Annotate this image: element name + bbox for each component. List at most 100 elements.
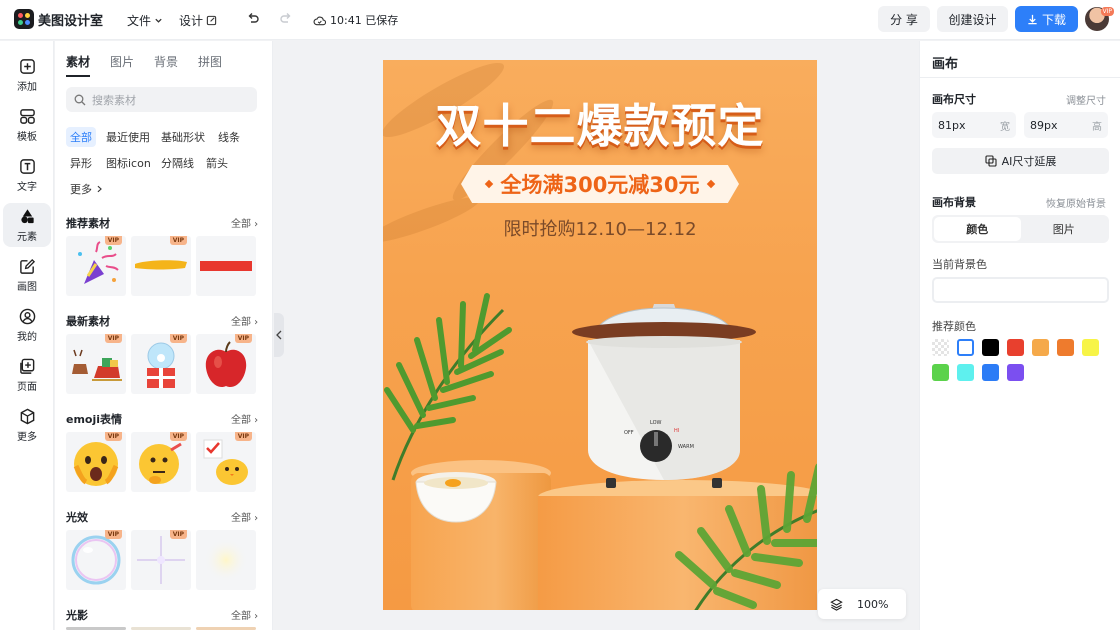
search-input[interactable]: 搜索素材 [66,87,257,112]
color-swatch[interactable] [1057,339,1074,356]
vip-badge: VIP [104,432,122,441]
poster-subtitle[interactable]: 限时抢购12.10—12.12 [383,215,817,241]
chip-all[interactable]: 全部 [66,127,96,147]
zoom-bar: 100% [818,589,906,619]
asset-red-bar[interactable] [196,236,256,296]
color-swatch[interactable] [957,364,974,381]
create-design-button[interactable]: 创建设计 [937,6,1008,32]
asset-bubble[interactable]: VIP [66,530,126,590]
ai-extend-label: AI尺寸延展 [1001,155,1057,168]
app-brand[interactable]: 美图设计室 [38,10,103,29]
brush-stroke-image [135,260,187,270]
asset-party-popper[interactable]: VIP [66,236,126,296]
zoom-level[interactable]: 100% [857,598,888,611]
seg-color[interactable]: 颜色 [934,217,1021,241]
color-swatch[interactable] [957,339,974,356]
nav-text[interactable]: 文字 [3,153,51,197]
avatar[interactable]: VIP [1085,7,1114,31]
see-all-link[interactable]: 全部 › [231,607,258,622]
egg-bowl-image[interactable] [411,468,501,528]
asset-emoji-chick[interactable]: VIP [196,432,256,492]
vip-badge: VIP [234,432,252,441]
chip-arrows[interactable]: 箭头 [202,153,232,173]
layers-icon[interactable] [830,598,843,611]
tab-collage[interactable]: 拼图 [198,53,222,77]
adjust-size-link[interactable]: 调整尺寸 [1066,92,1106,107]
nav-template[interactable]: 模板 [3,103,51,147]
asset-sparkle[interactable]: VIP [131,530,191,590]
asset-reindeer-sleigh[interactable]: VIP [66,334,126,394]
height-value: 89px [1030,118,1058,132]
redo-icon[interactable] [279,12,293,26]
asset-snow-globe-gift[interactable]: VIP [131,334,191,394]
current-bg-color-field[interactable] [932,277,1109,303]
undo-icon[interactable] [246,12,260,26]
nav-pages[interactable]: 页面 [3,353,51,397]
diamond-icon [485,179,494,189]
design-canvas[interactable]: 双十二爆款预定 全场满300元减30元 限时抢购12.10—12.12 OFF … [383,60,817,610]
color-swatch[interactable] [982,364,999,381]
section-title: emoji表情 [66,413,123,426]
see-all-link[interactable]: 全部 › [231,313,258,328]
color-swatch[interactable] [1032,339,1049,356]
asset-yellow-brush[interactable]: VIP [131,236,191,296]
tab-images[interactable]: 图片 [110,53,134,77]
tab-backgrounds[interactable]: 背景 [154,53,178,77]
see-all-link[interactable]: 全部 › [231,509,258,524]
color-swatch[interactable] [1082,339,1099,356]
chip-basic-shapes[interactable]: 基础形状 [157,127,209,147]
vip-badge: VIP [234,334,252,343]
asset-emoji-scared[interactable]: VIP [66,432,126,492]
chip-more-label: 更多 [70,183,92,196]
recommended-colors-label: 推荐颜色 [932,320,976,333]
asset-tabs: 素材 图片 背景 拼图 [66,53,222,77]
ai-extend-button[interactable]: AI尺寸延展 [932,148,1109,174]
chip-irregular[interactable]: 异形 [66,153,96,173]
asset-emoji-thinking[interactable]: VIP [131,432,191,492]
width-field[interactable]: 81px 宽 [932,112,1016,138]
poster-title[interactable]: 双十二爆款预定 [383,90,817,156]
height-field[interactable]: 89px 高 [1024,112,1108,138]
share-button[interactable]: 分 享 [878,6,930,32]
chip-more[interactable]: 更多 [66,179,107,199]
design-menu[interactable]: 设计 [179,12,217,29]
color-swatch[interactable] [1007,339,1024,356]
nav-add[interactable]: 添加 [3,53,51,97]
color-swatch[interactable] [982,339,999,356]
chip-lines[interactable]: 线条 [214,127,244,147]
nav-add-label: 添加 [17,81,37,93]
asset-red-apple[interactable]: VIP [196,334,256,394]
snow-globe-gift-image [147,342,175,388]
current-bg-label: 当前背景色 [932,258,987,271]
swatch-transparent[interactable] [932,339,949,356]
color-swatch[interactable] [1007,364,1024,381]
file-menu[interactable]: 文件 [127,12,163,29]
poster-ribbon[interactable]: 全场满300元减30元 [461,165,739,203]
download-icon [1028,14,1037,24]
vip-badge: VIP [169,236,187,245]
chip-icons[interactable]: 图标icon [102,153,155,173]
see-all-link[interactable]: 全部 › [231,411,258,426]
download-button[interactable]: 下载 [1015,6,1078,32]
panel-title: 画布 [932,57,959,72]
restore-bg-link[interactable]: 恢复原始背景 [1046,195,1106,210]
tab-materials[interactable]: 素材 [66,53,91,77]
chip-recent[interactable]: 最近使用 [102,127,154,147]
asset-glow[interactable] [196,530,256,590]
see-all-link[interactable]: 全部 › [231,215,258,230]
vip-badge: VIP [169,530,187,539]
chip-dividers[interactable]: 分隔线 [157,153,198,173]
app-logo-icon[interactable] [14,9,34,29]
nav-draw[interactable]: 画图 [3,253,51,297]
section-title: 光效 [66,511,88,524]
bubble-image [71,535,121,585]
collapse-panel-button[interactable] [274,313,284,357]
nav-elements[interactable]: 元素 [3,203,51,247]
seg-image[interactable]: 图片 [1021,217,1108,241]
color-swatch[interactable] [932,364,949,381]
reindeer-sleigh-image [72,349,122,381]
nav-mine[interactable]: 我的 [3,303,51,347]
palm-leaf-right-image[interactable] [673,445,817,610]
palm-leaf-left-image[interactable] [383,270,533,490]
nav-more[interactable]: 更多 [3,403,51,447]
